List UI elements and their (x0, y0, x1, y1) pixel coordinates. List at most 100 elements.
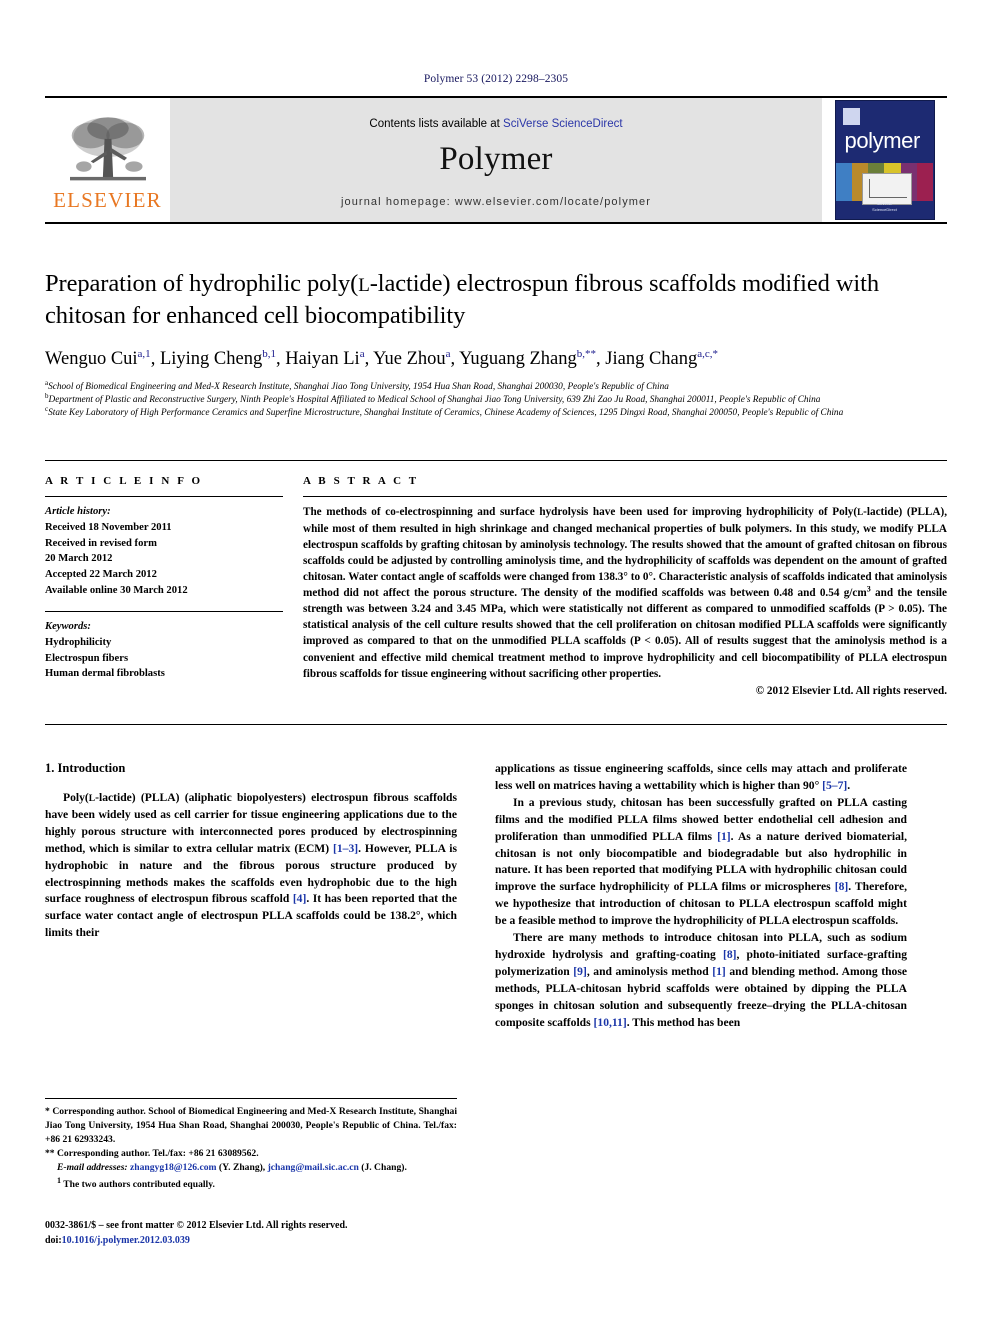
body-left-column: 1. Introduction Poly(L-lactide) (PLLA) (… (45, 761, 457, 1032)
cover-footer-text: SciVerse ScienceDirect (872, 201, 897, 212)
footnote-block: * Corresponding author. School of Biomed… (45, 1098, 457, 1192)
masthead-right: polymer SciVerse ScienceDirect (822, 98, 947, 222)
citation-8b[interactable]: [8] (723, 948, 737, 961)
author-sep: , (150, 348, 160, 369)
issn-doi-block: 0032-3861/$ – see front matter © 2012 El… (45, 1218, 515, 1248)
keyword-item: Human dermal fibroblasts (45, 668, 165, 680)
author-name: Liying Cheng (159, 348, 263, 369)
contents-available-line: Contents lists available at SciVerse Sci… (369, 118, 622, 130)
citation-4[interactable]: [4] (293, 892, 307, 905)
author-affil-mark: b,** (576, 347, 597, 360)
author: Wenguo Cuia,1 (45, 347, 151, 369)
affiliation: bDepartment of Plastic and Reconstructiv… (45, 392, 947, 407)
elsevier-wordmark: ELSEVIER (53, 188, 162, 212)
title-block: Preparation of hydrophilic poly(L-lactid… (45, 268, 947, 420)
abstract-part-2: -lactide) (PLLA), while most of them res… (303, 506, 947, 599)
citation-9[interactable]: [9] (573, 965, 587, 978)
divider (303, 496, 947, 498)
article-history-item: Received in revised form (45, 537, 157, 549)
article-title: Preparation of hydrophilic poly(L-lactid… (45, 268, 947, 332)
journal-masthead: ELSEVIER Contents lists available at Sci… (45, 96, 947, 224)
keyword-item: Hydrophilicity (45, 637, 112, 649)
intro-paragraph-right-2: In a previous study, chitosan has been s… (495, 795, 907, 930)
email-link-1[interactable]: zhangyg18@126.com (130, 1162, 216, 1173)
cover-publisher-badge (842, 108, 860, 125)
author-affil-mark: a,1 (137, 347, 151, 360)
issn-line: 0032-3861/$ – see front matter © 2012 El… (45, 1220, 348, 1231)
citation-8[interactable]: [8] (835, 880, 849, 893)
keyword-item: Electrospun fibers (45, 652, 129, 664)
paper-page: Polymer 53 (2012) 2298–2305 ELSEVIER Con… (0, 0, 992, 1323)
abstract-copyright: © 2012 Elsevier Ltd. All rights reserved… (755, 684, 947, 697)
introduction-heading: 1. Introduction (45, 760, 126, 775)
doi-line: doi:10.1016/j.polymer.2012.03.039 (45, 1233, 515, 1248)
affiliation: aSchool of Biomedical Engineering and Me… (45, 379, 947, 394)
email-owner-1: (Y. Zhang), (216, 1162, 268, 1173)
author: Liying Chengb,1 (159, 347, 276, 369)
author: Jiang Changa,c,* (605, 347, 719, 369)
article-history-item: 20 March 2012 (45, 553, 113, 565)
intro-paragraph-left: Poly(L-lactide) (PLLA) (aliphatic biopol… (45, 790, 457, 942)
cover-wordmark: polymer (844, 128, 921, 153)
author: Yue Zhoua (373, 348, 450, 369)
affiliation-text: School of Biomedical Engineering and Med… (48, 381, 669, 392)
affiliation-text: State Key Laboratory of High Performance… (48, 408, 844, 419)
abstract-text: The methods of co-electrospinning and su… (303, 504, 947, 681)
title-smallcap-l: L (358, 275, 370, 296)
email-link-2[interactable]: jchang@mail.sic.ac.cn (268, 1162, 359, 1173)
author-sep: , (450, 348, 460, 369)
journal-title: Polymer (439, 141, 553, 177)
author-sep: , (596, 348, 606, 369)
abstract-heading: A B S T R A C T (303, 475, 419, 488)
intro-paragraph-right-1: applications as tissue engineering scaff… (495, 761, 907, 795)
elsevier-logo: ELSEVIER (45, 98, 170, 222)
article-history-label: Article history: (45, 506, 111, 518)
author-sep: , (364, 348, 374, 369)
author-affil-mark: a,c,* (697, 347, 719, 360)
intro-left-a: Poly( (63, 790, 89, 804)
footnote-mark: ** (45, 1148, 55, 1159)
abstract-column: A B S T R A C T The methods of co-electr… (303, 475, 947, 708)
running-head: Polymer 53 (2012) 2298–2305 (423, 73, 569, 85)
article-history-item: Received 18 November 2011 (45, 522, 172, 534)
body-right-column: applications as tissue engineering scaff… (495, 761, 907, 1032)
article-history-item: Available online 30 March 2012 (45, 584, 188, 596)
citation-5-7[interactable]: [5–7] (822, 779, 847, 792)
email-owner-2: (J. Chang). (358, 1162, 407, 1173)
author: Haiyan Lia (285, 348, 364, 369)
journal-homepage-url[interactable]: journal homepage: www.elsevier.com/locat… (341, 196, 651, 208)
article-info-heading: A R T I C L E I N F O (45, 475, 203, 488)
corresponding-author-note-2: ** Corresponding author. Tel./fax: +86 2… (45, 1147, 457, 1161)
elsevier-tree-icon (69, 117, 146, 181)
keywords-label: Keywords: (45, 621, 91, 633)
intro-paragraph-right-3: There are many methods to introduce chit… (495, 930, 907, 1032)
sciencedirect-link[interactable]: SciVerse ScienceDirect (503, 118, 623, 130)
article-history-item: Accepted 22 March 2012 (45, 569, 157, 581)
divider (45, 611, 283, 613)
affiliation-list: aSchool of Biomedical Engineering and Me… (45, 379, 947, 421)
abstract-part-3: and the tensile strength was between 3.2… (303, 587, 947, 680)
intro-right-3c: , and aminolysis method (586, 965, 713, 978)
article-info-column: A R T I C L E I N F O Article history: R… (45, 475, 283, 708)
author-name: Haiyan Li (285, 348, 360, 369)
citation-1b[interactable]: [1] (712, 965, 726, 978)
citation-1-3[interactable]: [1–3] (333, 842, 358, 855)
footnote-text: Corresponding author. School of Biomedic… (45, 1106, 457, 1145)
email-label: E-mail addresses: (57, 1162, 128, 1173)
footnote-text: The two authors contributed equally. (61, 1179, 215, 1191)
doi-link[interactable]: 10.1016/j.polymer.2012.03.039 (62, 1235, 190, 1246)
affiliation: cState Key Laboratory of High Performanc… (45, 406, 947, 420)
author-name: Yuguang Zhang (459, 348, 577, 369)
citation-10-11[interactable]: [10,11] (594, 1016, 627, 1029)
body-columns: 1. Introduction Poly(L-lactide) (PLLA) (… (45, 761, 947, 1032)
doi-label: doi: (45, 1235, 62, 1246)
author-sep: , (275, 348, 286, 369)
equal-contribution-note: 1 The two authors contributed equally. (45, 1175, 457, 1192)
email-addresses-note: E-mail addresses: zhangyg18@126.com (Y. … (45, 1161, 457, 1175)
contents-prefix: Contents lists available at (369, 118, 504, 130)
divider (45, 496, 283, 498)
author-affil-mark: b,1 (262, 347, 276, 360)
title-segment-1: Preparation of hydrophilic poly( (45, 270, 359, 297)
citation-1[interactable]: [1] (717, 830, 731, 843)
masthead-center: Contents lists available at SciVerse Sci… (170, 98, 822, 222)
